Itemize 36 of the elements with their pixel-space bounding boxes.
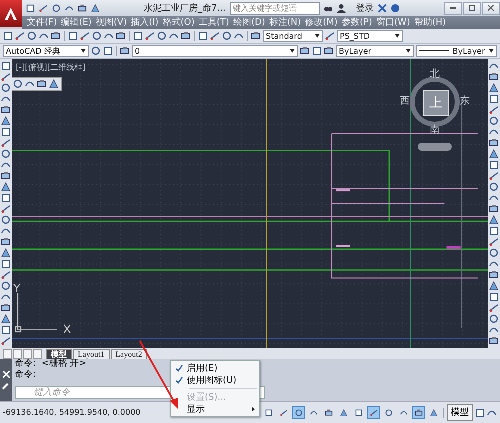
menu-item[interactable]: 启用(E) (171, 362, 259, 374)
menu-item[interactable]: 插入(I) (129, 16, 161, 29)
layer-dropdown[interactable]: 0 (132, 45, 298, 57)
window-title: 水泥工业厂房_命7... (144, 2, 226, 14)
menu-item[interactable]: 绘图(D) (231, 16, 268, 29)
model-button[interactable]: 模型 (447, 404, 473, 421)
layout-tab[interactable]: Layout2 (110, 349, 148, 359)
menu-item[interactable]: 参数(P) (340, 16, 374, 29)
menu-item[interactable]: 工具(T) (196, 16, 232, 29)
linetype-dropdown[interactable]: ByLayer (416, 45, 497, 57)
menu-item[interactable]: 帮助(H) (412, 16, 448, 29)
search-field[interactable]: 键入关键字或短语 (230, 2, 320, 14)
text-style-dropdown[interactable]: Standard (263, 30, 323, 42)
menu-item[interactable]: 编辑(E) (59, 16, 94, 29)
menu-item[interactable]: 显示 (171, 403, 259, 415)
command-history-line: 命令: (15, 370, 36, 381)
coordinates-readout: -69136.1640, 54991.9540, 0.0000 (3, 408, 141, 417)
sign-in-link[interactable]: 登录 (356, 2, 374, 14)
viewport-label[interactable]: [-][俯视][二维线框] (16, 62, 86, 73)
menu-item[interactable]: 使用图标(U) (171, 374, 259, 386)
command-history-line: 命令: <栅格 开> (15, 359, 87, 370)
compass-label[interactable]: 南 (430, 123, 440, 137)
layout-tab[interactable]: Layout1 (73, 349, 110, 359)
compass-label[interactable]: 北 (430, 67, 440, 81)
menu-item[interactable]: 修改(M) (303, 16, 340, 29)
menu-item[interactable]: 窗口(W) (374, 16, 412, 29)
layout-tab[interactable]: 模型 (46, 349, 72, 359)
table-style-dropdown[interactable]: PS_STD (337, 30, 403, 42)
compass-label[interactable]: 东 (460, 94, 470, 108)
compass-label[interactable]: 西 (400, 94, 410, 108)
color-dropdown[interactable]: ByLayer (336, 45, 414, 57)
menu-item[interactable]: 格式(O) (160, 16, 197, 29)
menu-item[interactable]: 视图(V) (94, 16, 130, 29)
menu-item[interactable]: 标注(N) (267, 16, 304, 29)
menu-item[interactable]: 文件(F) (25, 16, 60, 29)
workspace-dropdown[interactable]: AutoCAD 经典 (3, 45, 89, 57)
